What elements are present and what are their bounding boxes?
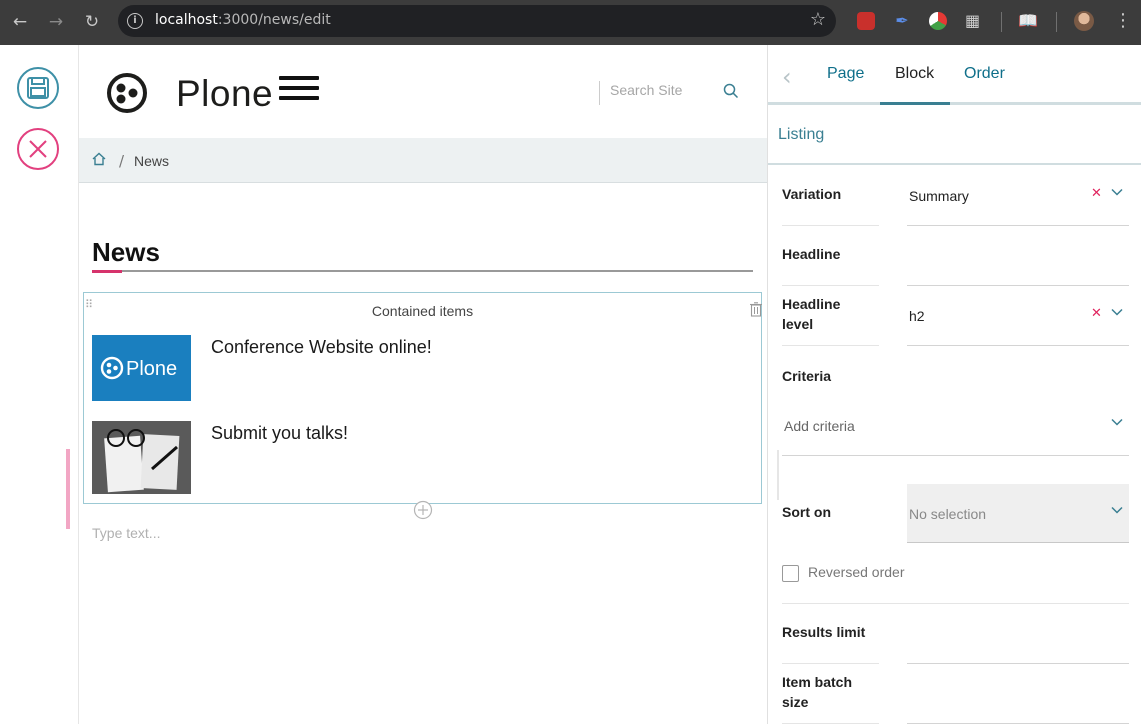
save-icon (27, 77, 49, 99)
variation-select[interactable]: Summary (909, 188, 969, 204)
reading-list-icon[interactable]: 📖 (1018, 11, 1038, 30)
sort-on-label: Sort on (782, 504, 831, 520)
clear-headline-level-icon[interactable]: ✕ (1091, 306, 1102, 321)
site-info-icon[interactable]: i (127, 13, 143, 29)
breadcrumb: / News (79, 138, 767, 183)
menu-hamburger-icon[interactable] (279, 76, 319, 100)
chevron-down-icon[interactable] (1111, 308, 1123, 316)
sort-on-select[interactable]: No selection (907, 484, 1129, 543)
address-bar[interactable]: i localhost:3000/news/edit ☆ (118, 5, 836, 37)
content-area: Plone / News News ⠿ Contained items (79, 45, 767, 724)
active-tab-indicator (880, 102, 950, 105)
add-block-icon[interactable] (413, 500, 433, 520)
reversed-order-checkbox[interactable] (782, 565, 799, 582)
list-item-title[interactable]: Conference Website online! (211, 337, 432, 358)
chevron-down-icon[interactable] (1111, 418, 1123, 426)
sort-on-value: No selection (909, 506, 987, 522)
headline-level-label: Headline level (782, 296, 841, 332)
block-label: Contained items (371, 303, 474, 319)
panel-title: Listing (778, 126, 825, 143)
browser-menu-icon[interactable]: ⋮ (1114, 10, 1132, 32)
title-accent (92, 270, 122, 273)
reversed-order-label[interactable]: Reversed order (808, 564, 905, 580)
notebook-image-icon (92, 421, 191, 494)
breadcrumb-item-news[interactable]: News (134, 153, 169, 169)
add-criteria-select[interactable]: Add criteria (784, 418, 855, 434)
criteria-label: Criteria (782, 368, 832, 384)
block-selection-indicator (66, 449, 70, 529)
cancel-button[interactable] (17, 128, 59, 170)
edit-toolbar (0, 45, 79, 724)
extension-icon[interactable] (857, 12, 875, 30)
search-icon[interactable] (723, 83, 739, 99)
extensions-puzzle-icon[interactable]: ▦ (965, 11, 980, 30)
title-divider (92, 270, 753, 272)
results-limit-label: Results limit (782, 624, 866, 640)
extension-color-icon[interactable] (929, 12, 947, 30)
text-block-placeholder[interactable]: Type text... (92, 525, 160, 541)
variation-label: Variation (782, 186, 842, 202)
item-image-notebook[interactable] (92, 421, 191, 494)
bookmark-star-icon[interactable]: ☆ (810, 9, 826, 30)
chevron-down-icon[interactable] (1111, 188, 1123, 196)
url-text[interactable]: localhost:3000/news/edit (155, 12, 331, 28)
sidebar-tabs: ‹ Page Block Order (768, 45, 1141, 105)
reload-icon[interactable]: ↻ (80, 10, 104, 34)
back-arrow-icon[interactable]: ← (8, 10, 32, 34)
headline-input[interactable] (909, 248, 1131, 276)
plone-logo-icon (107, 73, 147, 113)
trash-icon[interactable] (750, 302, 762, 317)
item-image-plone[interactable]: Plone (92, 335, 191, 401)
tab-order[interactable]: Order (964, 65, 1005, 83)
svg-text:Plone: Plone (126, 358, 177, 380)
headline-level-select[interactable]: h2 (909, 308, 925, 324)
tab-block[interactable]: Block (895, 65, 934, 83)
chevron-left-icon[interactable]: ‹ (782, 63, 792, 91)
plone-logo-icon: Plone (100, 356, 177, 380)
clear-variation-icon[interactable]: ✕ (1091, 186, 1102, 201)
browser-toolbar: ← → ↻ i localhost:3000/news/edit ☆ ✒ ▦ 📖… (0, 0, 1141, 45)
sidebar: ‹ Page Block Order Listing Variation Sum… (767, 45, 1141, 724)
close-icon (29, 140, 47, 158)
profile-avatar[interactable] (1074, 11, 1094, 31)
forward-arrow-icon[interactable]: → (44, 10, 68, 34)
headline-label: Headline (782, 246, 841, 262)
chevron-down-icon[interactable] (1111, 506, 1123, 514)
results-limit-input[interactable] (909, 626, 1131, 654)
extension-pen-icon[interactable]: ✒ (893, 12, 911, 30)
tab-page[interactable]: Page (827, 65, 864, 83)
list-item-title[interactable]: Submit you talks! (211, 423, 348, 444)
home-icon[interactable] (92, 152, 106, 166)
item-batch-size-input[interactable] (909, 686, 1131, 714)
logo-wordmark: Plone (176, 73, 274, 114)
listing-block[interactable]: ⠿ Contained items Plone Conference Websi… (83, 292, 762, 504)
item-batch-size-label: Item batch size (782, 674, 853, 710)
save-button[interactable] (17, 67, 59, 109)
page-title[interactable]: News (92, 237, 160, 268)
search-input[interactable] (610, 82, 715, 98)
